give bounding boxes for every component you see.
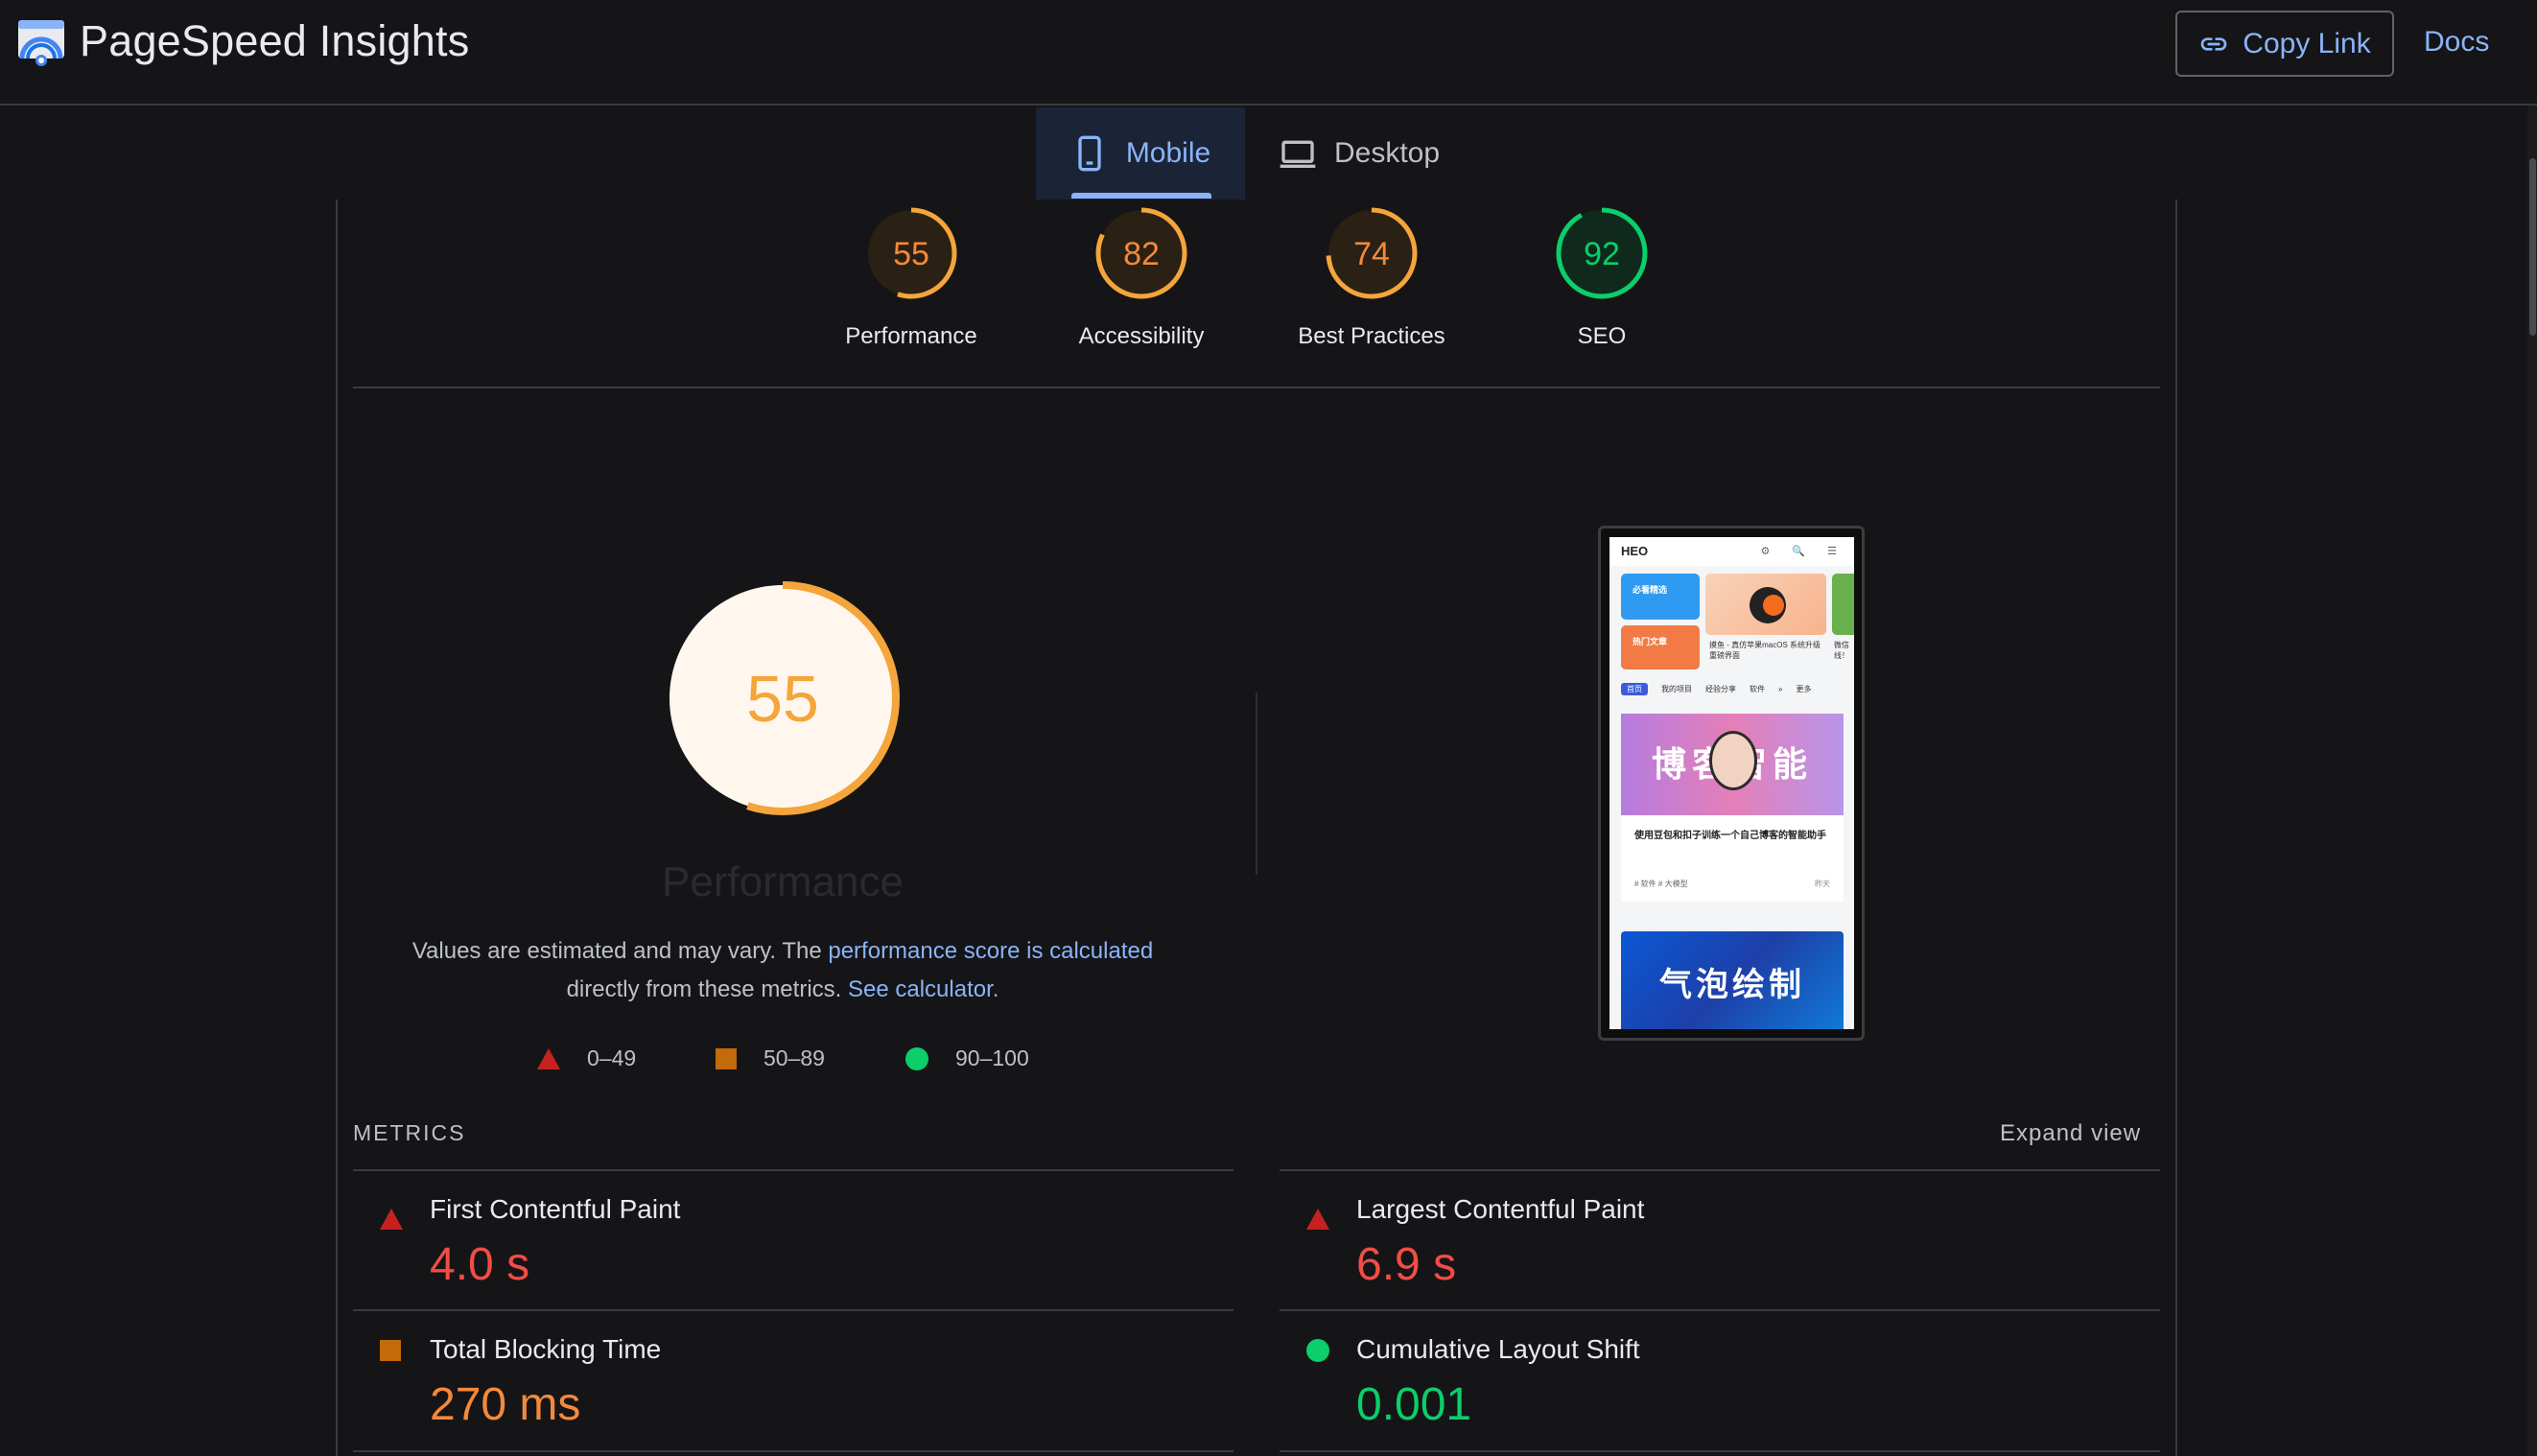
metrics-divider-left-top <box>353 1169 1233 1171</box>
screenshot-post-card: 使用豆包和扣子训练一个自己博客的智能助手 # 软件 # 大模型 昨天 <box>1621 815 1844 902</box>
score-ring: 82 <box>1095 207 1187 299</box>
metrics-heading: METRICS <box>353 1120 466 1145</box>
legend-poor-range: 0–49 <box>587 1045 637 1070</box>
metrics-divider-right-bottom <box>1280 1450 2160 1452</box>
metric-name: Largest Contentful Paint <box>1356 1194 1645 1224</box>
performance-heading: Performance <box>662 858 904 905</box>
metrics-divider-right-top <box>1280 1169 2160 1171</box>
scores-divider <box>353 387 2160 388</box>
metric-value: 4.0 s <box>430 1239 530 1290</box>
desc-text-1: Values are estimated and may vary. The <box>411 938 829 964</box>
good-circle-icon <box>905 1046 928 1070</box>
average-square-icon <box>716 1047 737 1069</box>
score-label: Performance <box>845 323 977 349</box>
metric-name: Total Blocking Time <box>430 1334 662 1364</box>
score-gauge-accessibility[interactable]: 82 Accessibility <box>1036 204 1247 350</box>
screenshot-nav-more-arrow: » <box>1778 685 1783 693</box>
screenshot-post-time: 昨天 <box>1815 880 1830 888</box>
screenshot-post-title: 使用豆包和扣子训练一个自己博客的智能助手 <box>1634 831 1826 841</box>
poor-triangle-icon <box>537 1047 560 1069</box>
page-screenshot: HEO ⚙ 🔍 ☰ 必看精选 热门文章 摸鱼 - 真仿苹果macOS 系统升级重… <box>1598 526 1865 1041</box>
screenshot-banner-ai: 博客智能 <box>1621 714 1844 815</box>
score-gauge-performance[interactable]: 55 Performance <box>806 204 1017 350</box>
scrollbar-thumb[interactable] <box>2529 158 2536 336</box>
score-description: Values are estimated and may vary. The p… <box>353 932 1212 1009</box>
screenshot-content: HEO ⚙ 🔍 ☰ 必看精选 热门文章 摸鱼 - 真仿苹果macOS 系统升级重… <box>1609 537 1854 1029</box>
tab-desktop[interactable]: Desktop <box>1271 107 1492 200</box>
screenshot-logo: HEO <box>1621 544 1649 558</box>
poor-triangle-icon <box>1306 1209 1329 1230</box>
average-square-icon <box>380 1340 401 1361</box>
metric-name: Cumulative Layout Shift <box>1356 1334 1640 1364</box>
score-value: 55 <box>893 236 929 272</box>
legend-average: 50–89 <box>716 1045 825 1071</box>
score-label: Accessibility <box>1078 323 1205 349</box>
docs-link[interactable]: Docs <box>2424 26 2489 59</box>
metric-value: 270 ms <box>430 1379 581 1430</box>
desc-text-2: directly from these metrics. <box>566 976 848 1002</box>
screenshot-banner-bubble-text: 气泡绘制 <box>1659 967 1805 1003</box>
metric-value: 6.9 s <box>1356 1239 1457 1290</box>
score-ring: 92 <box>1556 207 1648 299</box>
screenshot-header: HEO ⚙ 🔍 ☰ <box>1609 537 1854 566</box>
score-gauge-seo[interactable]: 92 SEO <box>1496 204 1707 350</box>
screenshot-post-tags: # 软件 # 大模型 <box>1634 880 1688 888</box>
active-tab-indicator <box>1071 193 1211 199</box>
app-icon-accent <box>1763 595 1784 616</box>
score-calculated-link[interactable]: performance score is calculated <box>828 938 1153 964</box>
screenshot-nav-software: 软件 <box>1750 685 1765 693</box>
screenshot-banner-bubble: 气泡绘制 <box>1621 931 1844 1029</box>
screenshot-nav: 首页 我的项目 经验分享 软件 » 更多 <box>1621 683 1851 695</box>
screenshot-card-side <box>1832 574 1854 635</box>
screenshot-nav-projects: 我的项目 <box>1661 685 1692 693</box>
copy-link-label: Copy Link <box>2243 27 2371 59</box>
screenshot-tile-hot: 热门文章 <box>1621 625 1700 669</box>
avatar-illustration <box>1709 731 1757 790</box>
tab-mobile-label: Mobile <box>1125 137 1211 169</box>
see-calculator-link[interactable]: See calculator. <box>848 976 998 1002</box>
screenshot-card-caption: 摸鱼 - 真仿苹果macOS 系统升级重磅界面 <box>1709 641 1821 660</box>
expand-view-button[interactable]: Expand view <box>2000 1120 2141 1147</box>
performance-score-value: 55 <box>746 663 819 736</box>
score-label: Best Practices <box>1298 323 1445 349</box>
performance-score-gauge: 55 <box>666 581 900 815</box>
section-divider <box>1256 693 1257 875</box>
metrics-divider-right-mid <box>1280 1309 2160 1311</box>
laptop-icon <box>1280 140 1316 168</box>
good-circle-icon <box>1306 1339 1329 1362</box>
score-ring: 55 <box>865 207 957 299</box>
score-label: SEO <box>1577 323 1627 349</box>
smartphone-icon <box>1078 135 1101 172</box>
link-icon <box>2201 36 2227 51</box>
copy-link-button[interactable]: Copy Link <box>2175 11 2394 77</box>
screenshot-side-caption: 微信 线！ <box>1834 641 1849 660</box>
legend-good-range: 90–100 <box>955 1045 1029 1070</box>
screenshot-tile-featured: 必看精选 <box>1621 574 1700 620</box>
tab-mobile[interactable]: Mobile <box>1036 107 1245 200</box>
legend-good: 90–100 <box>905 1045 1029 1071</box>
pagespeed-logo-icon[interactable] <box>16 18 66 68</box>
score-ring: 74 <box>1326 207 1418 299</box>
poor-triangle-icon <box>380 1209 403 1230</box>
screenshot-header-icons: ⚙ 🔍 ☰ <box>1760 546 1846 557</box>
score-value: 74 <box>1353 236 1390 272</box>
screenshot-card-image <box>1705 574 1826 635</box>
legend-average-range: 50–89 <box>763 1045 825 1070</box>
score-value: 82 <box>1123 236 1160 272</box>
metric-value: 0.001 <box>1356 1379 1472 1430</box>
screenshot-nav-sharing: 经验分享 <box>1705 685 1736 693</box>
metrics-divider-left-mid <box>353 1309 1233 1311</box>
screenshot-nav-home: 首页 <box>1621 683 1648 695</box>
app-title: PageSpeed Insights <box>80 16 470 65</box>
panel-right-border <box>2175 200 2177 1456</box>
legend-poor: 0–49 <box>537 1045 636 1071</box>
metrics-divider-left-bottom <box>353 1450 1233 1452</box>
panel-left-border <box>336 200 338 1456</box>
score-value: 92 <box>1584 236 1620 272</box>
top-bar: PageSpeed Insights Copy Link Docs <box>0 0 2537 106</box>
tab-desktop-label: Desktop <box>1334 137 1441 169</box>
metric-name: First Contentful Paint <box>430 1194 681 1224</box>
screenshot-nav-more: 更多 <box>1796 685 1812 693</box>
score-gauge-best-practices[interactable]: 74 Best Practices <box>1266 204 1477 350</box>
